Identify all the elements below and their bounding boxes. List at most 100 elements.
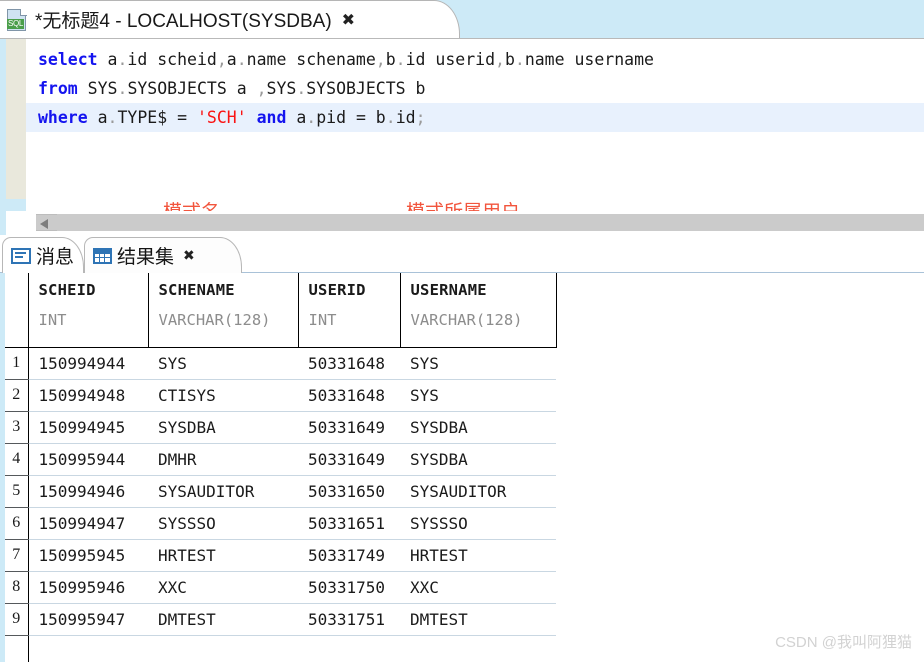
row-number-cell[interactable]: 3 (5, 411, 29, 444)
column-header-type: VARCHAR(128) (158, 311, 271, 329)
close-icon[interactable]: ✖ (342, 11, 355, 28)
cell-username[interactable]: SYS (400, 379, 556, 412)
table-row[interactable]: 2 150994948 CTISYS 50331648 SYS (5, 379, 556, 412)
row-number-cell[interactable]: 8 (5, 571, 29, 604)
cell-scheid[interactable]: 150994946 (28, 475, 148, 508)
table-row[interactable]: 3 150994945 SYSDBA 50331649 SYSDBA (5, 411, 556, 444)
editor-gutter (6, 39, 26, 199)
column-header-type: VARCHAR(128) (410, 311, 523, 329)
cell-empty[interactable] (28, 635, 148, 662)
result-panel-tab-bar: 消息 结果集 ✖ (0, 235, 924, 273)
tab-result-set-label: 结果集 (117, 247, 175, 268)
table-row[interactable]: 1 150994944 SYS 50331648 SYS (5, 347, 556, 380)
cell-schename[interactable]: SYSSSO (148, 507, 298, 540)
row-number-cell[interactable]: 2 (5, 379, 29, 412)
column-header-scheid[interactable]: SCHEID INT (28, 273, 149, 348)
row-number-cell[interactable]: 6 (5, 507, 29, 540)
cell-scheid[interactable]: 150994944 (28, 347, 148, 380)
column-header-name: USERID (308, 281, 366, 299)
message-icon (11, 247, 31, 264)
table-row[interactable]: 8 150995946 XXC 50331750 XXC (5, 571, 556, 604)
row-number-header (5, 273, 29, 348)
cell-username[interactable]: HRTEST (400, 539, 556, 572)
cell-userid[interactable]: 50331649 (298, 443, 400, 476)
cell-userid[interactable]: 50331751 (298, 603, 400, 636)
sql-editor[interactable]: select a.id scheid,a.name schename,b.id … (0, 39, 924, 211)
row-number-cell[interactable]: 9 (5, 603, 29, 636)
cell-scheid[interactable]: 150994947 (28, 507, 148, 540)
editor-tab-bar: SQL *无标题4 - LOCALHOST(SYSDBA) ✖ (0, 0, 924, 39)
table-row[interactable]: 9 150995947 DMTEST 50331751 DMTEST (5, 603, 556, 636)
row-number-cell[interactable]: 4 (5, 443, 29, 476)
cell-schename[interactable]: SYSAUDITOR (148, 475, 298, 508)
editor-gutter-tail (0, 199, 26, 211)
cell-scheid[interactable]: 150995944 (28, 443, 148, 476)
cell-empty[interactable] (400, 635, 556, 662)
chevron-left-icon[interactable] (40, 219, 48, 229)
cell-username[interactable]: SYSAUDITOR (400, 475, 556, 508)
cell-username[interactable]: SYSDBA (400, 443, 556, 476)
tab-messages-label: 消息 (36, 247, 75, 268)
editor-horizontal-scrollbar[interactable] (0, 211, 924, 235)
table-header-row: SCHEID INT SCHENAME VARCHAR(128) USERID INT US… (5, 273, 557, 348)
grid-icon (93, 247, 112, 264)
cell-scheid[interactable]: 150994948 (28, 379, 148, 412)
sql-code-line-2: from SYS.SYSOBJECTS a ,SYS.SYSOBJECTS b (38, 79, 426, 98)
close-icon[interactable]: ✖ (183, 249, 195, 263)
cell-empty[interactable] (298, 635, 400, 662)
cell-schename[interactable]: XXC (148, 571, 298, 604)
column-header-username[interactable]: USERNAME VARCHAR(128) (400, 273, 557, 348)
cell-schename[interactable]: HRTEST (148, 539, 298, 572)
column-header-schename[interactable]: SCHENAME VARCHAR(128) (148, 273, 299, 348)
table-row[interactable]: 6 150994947 SYSSSO 50331651 SYSSSO (5, 507, 556, 540)
watermark: CSDN @我叫阿狸猫 (775, 634, 912, 651)
scrollbar-thumb[interactable] (57, 214, 924, 231)
cell-userid[interactable]: 50331749 (298, 539, 400, 572)
editor-tab-title: *无标题4 - LOCALHOST(SYSDBA) (35, 11, 332, 32)
cell-scheid[interactable]: 150994945 (28, 411, 148, 444)
cell-username[interactable]: SYS (400, 347, 556, 380)
cell-scheid[interactable]: 150995946 (28, 571, 148, 604)
scrollbar-left-rail (0, 211, 6, 235)
cell-schename[interactable]: SYSDBA (148, 411, 298, 444)
table-row[interactable]: 4 150995944 DMHR 50331649 SYSDBA (5, 443, 556, 476)
sql-code-line-3: where a.TYPE$ = 'SCH' and a.pid = b.id; (26, 103, 924, 132)
cell-username[interactable]: DMTEST (400, 603, 556, 636)
cell-scheid[interactable]: 150995945 (28, 539, 148, 572)
cell-schename[interactable]: SYS (148, 347, 298, 380)
cell-username[interactable]: XXC (400, 571, 556, 604)
cell-username[interactable]: SYSSSO (400, 507, 556, 540)
column-header-userid[interactable]: USERID INT (298, 273, 401, 348)
cell-userid[interactable]: 50331648 (298, 379, 400, 412)
cell-userid[interactable]: 50331649 (298, 411, 400, 444)
result-grid-container[interactable]: SCHEID INT SCHENAME VARCHAR(128) USERID INT US… (0, 273, 924, 662)
column-header-name: SCHENAME (158, 281, 235, 299)
editor-tab-untitled4[interactable]: SQL *无标题4 - LOCALHOST(SYSDBA) ✖ (0, 0, 460, 38)
cell-scheid[interactable]: 150995947 (28, 603, 148, 636)
cell-schename[interactable]: DMTEST (148, 603, 298, 636)
row-number-cell (5, 635, 29, 662)
cell-userid[interactable]: 50331648 (298, 347, 400, 380)
result-grid: SCHEID INT SCHENAME VARCHAR(128) USERID INT US… (5, 273, 557, 662)
result-grid-header: SCHEID INT SCHENAME VARCHAR(128) USERID INT US… (5, 273, 557, 348)
cell-schename[interactable]: CTISYS (148, 379, 298, 412)
cell-schename[interactable]: DMHR (148, 443, 298, 476)
row-number-cell[interactable]: 1 (5, 347, 29, 380)
column-header-type: INT (308, 311, 337, 329)
sql-code-line-1: select a.id scheid,a.name schename,b.id … (38, 50, 654, 69)
result-grid-body: 1 150994944 SYS 50331648 SYS 2 150994948 CTISYS… (5, 347, 556, 662)
row-number-cell[interactable]: 5 (5, 475, 29, 508)
cell-userid[interactable]: 50331651 (298, 507, 400, 540)
tab-result-set[interactable]: 结果集 ✖ (84, 237, 242, 273)
tab-messages[interactable]: 消息 (2, 237, 84, 273)
column-header-name: USERNAME (410, 281, 487, 299)
cell-userid[interactable]: 50331750 (298, 571, 400, 604)
cell-empty[interactable] (148, 635, 298, 662)
table-row[interactable]: 7 150995945 HRTEST 50331749 HRTEST (5, 539, 556, 572)
sql-code-area[interactable]: select a.id scheid,a.name schename,b.id … (26, 39, 924, 211)
row-number-cell[interactable]: 7 (5, 539, 29, 572)
cell-userid[interactable]: 50331650 (298, 475, 400, 508)
cell-username[interactable]: SYSDBA (400, 411, 556, 444)
table-row-empty[interactable] (5, 635, 556, 662)
table-row[interactable]: 5 150994946 SYSAUDITOR 50331650 SYSAUDITOR (5, 475, 556, 508)
